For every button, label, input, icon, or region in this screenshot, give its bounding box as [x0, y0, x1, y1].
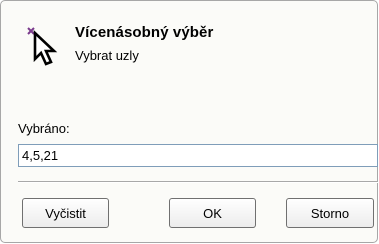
selected-nodes-input[interactable] [18, 144, 378, 167]
ok-button[interactable]: OK [169, 198, 256, 228]
dialog-subtitle: Vybrat uzly [75, 48, 139, 63]
multi-select-dialog: Vícenásobný výběr Vybrat uzly Vybráno: V… [0, 0, 378, 243]
divider [18, 181, 378, 183]
cursor-arrow-with-x-icon [26, 26, 66, 66]
dialog-header: Vícenásobný výběr Vybrat uzly [2, 2, 376, 104]
clear-button[interactable]: Vyčistit [22, 198, 109, 228]
selected-label: Vybráno: [18, 121, 70, 136]
dialog-title: Vícenásobný výběr [75, 24, 214, 41]
cancel-button[interactable]: Storno [286, 198, 374, 228]
